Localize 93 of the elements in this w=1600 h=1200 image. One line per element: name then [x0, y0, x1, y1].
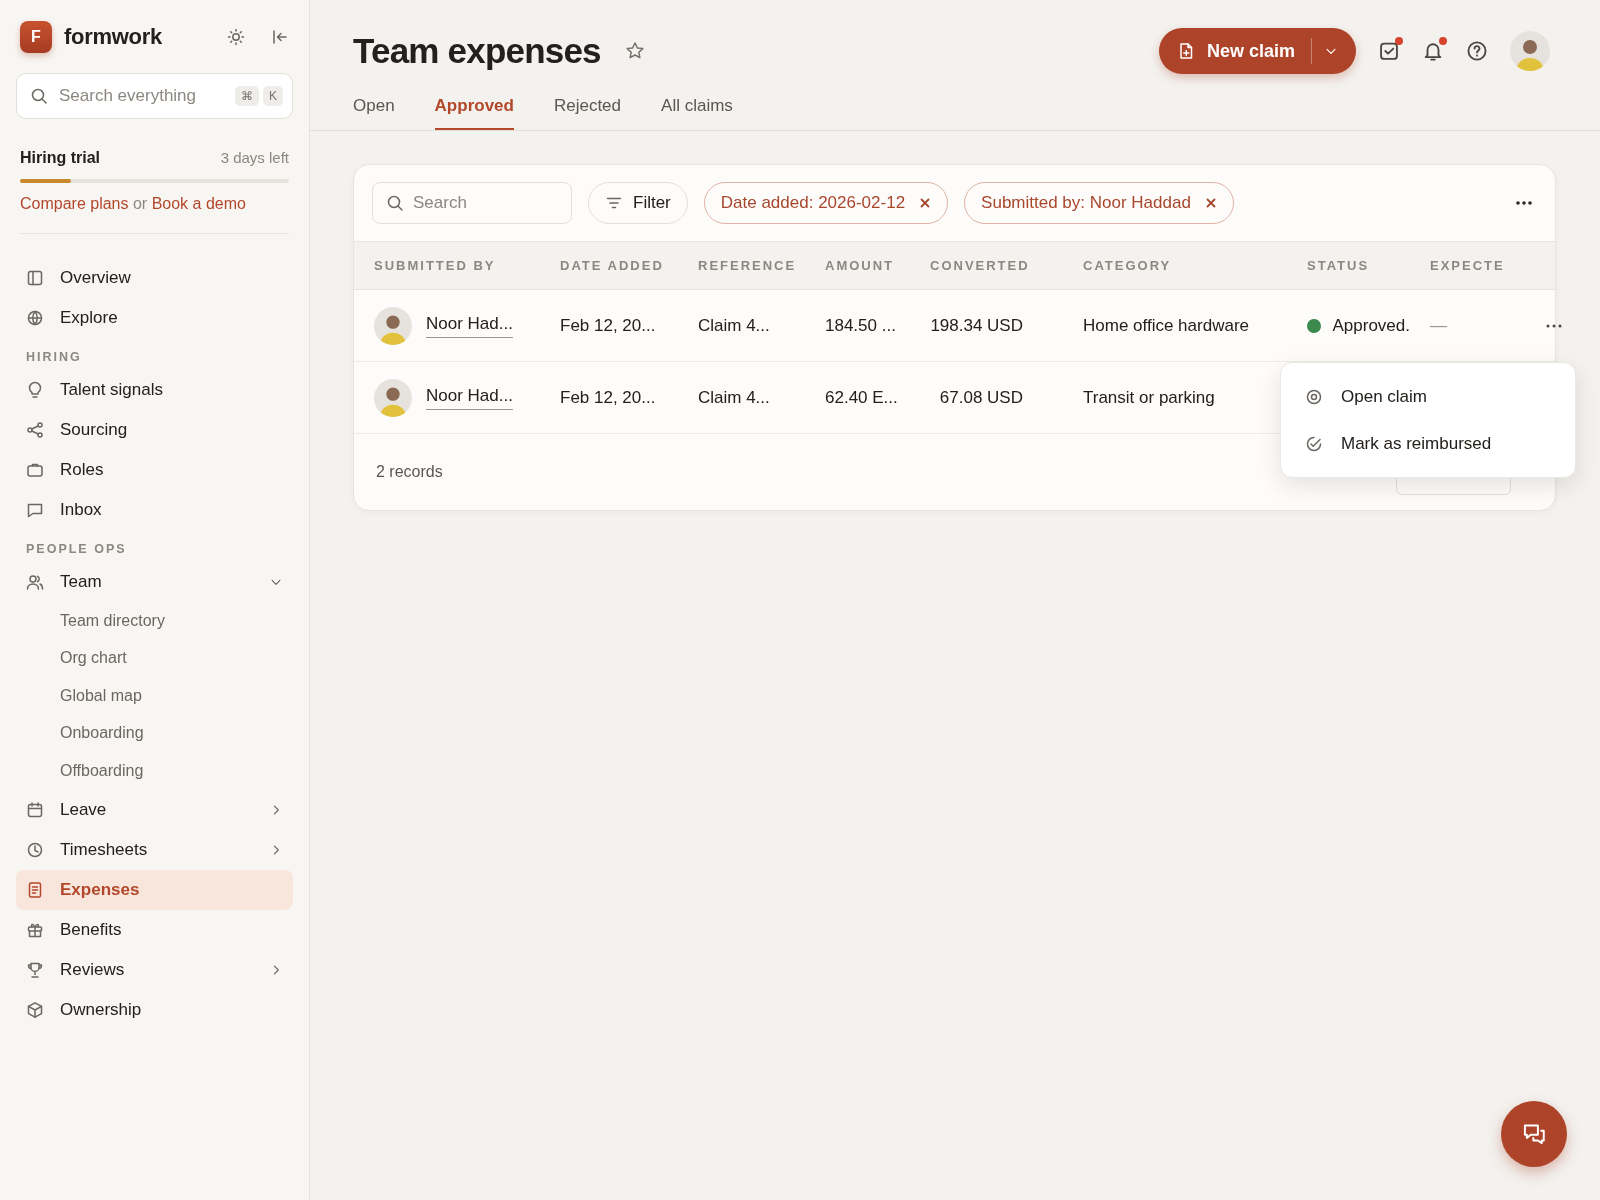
theme-toggle[interactable] [227, 28, 245, 46]
tab[interactable]: All claims [661, 86, 733, 130]
receipt-icon [26, 880, 44, 899]
menu-item[interactable]: Mark as reimbursed [1289, 420, 1567, 467]
nav-item[interactable]: Benefits [16, 909, 293, 950]
star-icon[interactable] [624, 41, 645, 61]
sidebar-layout-icon [26, 269, 44, 287]
column-header: EXPECTE [1429, 258, 1506, 273]
briefcase-icon [26, 461, 44, 479]
column-header: REFERENCE [697, 258, 798, 273]
table-cell: — [1430, 315, 1447, 336]
filter-chip[interactable]: Date added: 2026-02-12 [703, 182, 949, 224]
tab[interactable]: Rejected [553, 86, 622, 130]
nav-item[interactable]: Explore [16, 298, 293, 338]
avatar [374, 378, 412, 417]
tab[interactable]: Approved [434, 86, 514, 130]
target-icon [1305, 387, 1323, 406]
column-header: SUBMITTED BY [373, 258, 497, 273]
column-header: AMOUNT [824, 258, 896, 273]
nav-subitem[interactable]: Team directory [16, 602, 293, 640]
avatar[interactable] [1510, 31, 1550, 71]
record-count: 2 records [376, 463, 443, 481]
trial-title: Hiring trial [20, 149, 100, 167]
help-icon[interactable] [1466, 40, 1488, 62]
message-icon [26, 501, 44, 519]
collapse-sidebar-button[interactable] [271, 28, 289, 46]
column-header: DATE ADDED [559, 258, 665, 273]
nav-item[interactable]: Overview [16, 258, 293, 298]
nav-item[interactable]: Inbox [16, 490, 293, 530]
table-cell-text: 198.34 USD [930, 315, 1024, 336]
column-header: CONVERTED [930, 258, 1031, 273]
page-title: Team expenses [353, 31, 601, 71]
filter-button[interactable]: Filter [588, 182, 688, 224]
app-name: formwork [64, 24, 163, 50]
nav-item[interactable]: Ownership [16, 989, 293, 1030]
app-logo: F [20, 21, 52, 53]
book-demo-link[interactable]: Book a demo [151, 195, 246, 212]
chat-button[interactable] [1501, 1101, 1567, 1167]
search-icon [30, 87, 48, 105]
search-field[interactable]: Search [372, 182, 572, 224]
nav-item[interactable]: Talent signals [16, 370, 293, 410]
remove-icon[interactable] [919, 197, 932, 209]
nav-item[interactable]: Roles [16, 450, 293, 490]
nav-item[interactable]: Team [16, 562, 293, 602]
column-header: STATUS [1306, 258, 1371, 273]
nav-subitem[interactable]: Global map [16, 677, 293, 715]
share-icon [26, 421, 44, 439]
remove-icon[interactable] [1204, 197, 1217, 209]
more-icon [1546, 323, 1562, 328]
nav-item[interactable]: Leave [16, 789, 293, 830]
nav-subitem[interactable]: Offboarding [16, 752, 293, 790]
clock-icon [26, 840, 44, 859]
nav-item[interactable]: Timesheets [16, 829, 293, 870]
people-icon [26, 573, 44, 591]
filter-chip[interactable]: Submitted by: Noor Haddad [964, 182, 1234, 224]
trial-links-text: Compare plans or Book a demo [20, 195, 247, 213]
table-cell-text: Feb 12, 20... [559, 387, 657, 408]
table-cell-text: 67.08 USD [938, 387, 1024, 408]
table-cell-text: 62.40 E... [824, 387, 899, 408]
menu-item[interactable]: Open claim [1289, 373, 1567, 420]
tab[interactable]: Open [353, 86, 395, 130]
table-cell-text: Transit or parking [1082, 387, 1216, 408]
table-cell-text: Feb 12, 20... [559, 315, 657, 336]
compare-plans-link[interactable]: Compare plans [20, 195, 129, 212]
nav-subitem[interactable]: Org chart [16, 639, 293, 677]
column-header: CATEGORY [1082, 258, 1173, 273]
new-claim-button[interactable]: New claim [1158, 28, 1356, 74]
notification-icon[interactable] [1422, 40, 1444, 62]
nav-item[interactable]: Reviews [16, 949, 293, 990]
nav-item[interactable]: Sourcing [16, 410, 293, 450]
trophy-icon [26, 960, 44, 979]
table-cell-text: Claim 4... [697, 387, 771, 408]
more-icon [1515, 200, 1533, 206]
nav-section-heading: HIRING [25, 349, 83, 366]
cube-icon [26, 1000, 44, 1019]
status-label: Approved. [1332, 315, 1410, 336]
tasks-icon[interactable] [1378, 40, 1400, 62]
table-cell-text: Home office hardware [1082, 315, 1250, 336]
submitter-link[interactable]: Noor Had... [426, 313, 513, 338]
trial-remaining: 3 days left [220, 149, 289, 166]
nav-section-heading: PEOPLE OPS [25, 541, 128, 558]
table-cell-text: Claim 4... [697, 315, 771, 336]
globe-icon [26, 309, 44, 327]
lightbulb-icon [26, 381, 44, 399]
nav-subitem[interactable]: Onboarding [16, 714, 293, 752]
nav-item[interactable]: Expenses [16, 869, 293, 910]
search-icon [386, 194, 404, 212]
avatar [374, 306, 412, 345]
table-cell-text: 184.50 ... [824, 315, 897, 336]
submitter-link[interactable]: Noor Had... [426, 385, 513, 410]
shortcut-key: ⌘ [235, 86, 259, 106]
calendar-icon [26, 800, 44, 819]
check-circle-icon [1305, 434, 1323, 453]
